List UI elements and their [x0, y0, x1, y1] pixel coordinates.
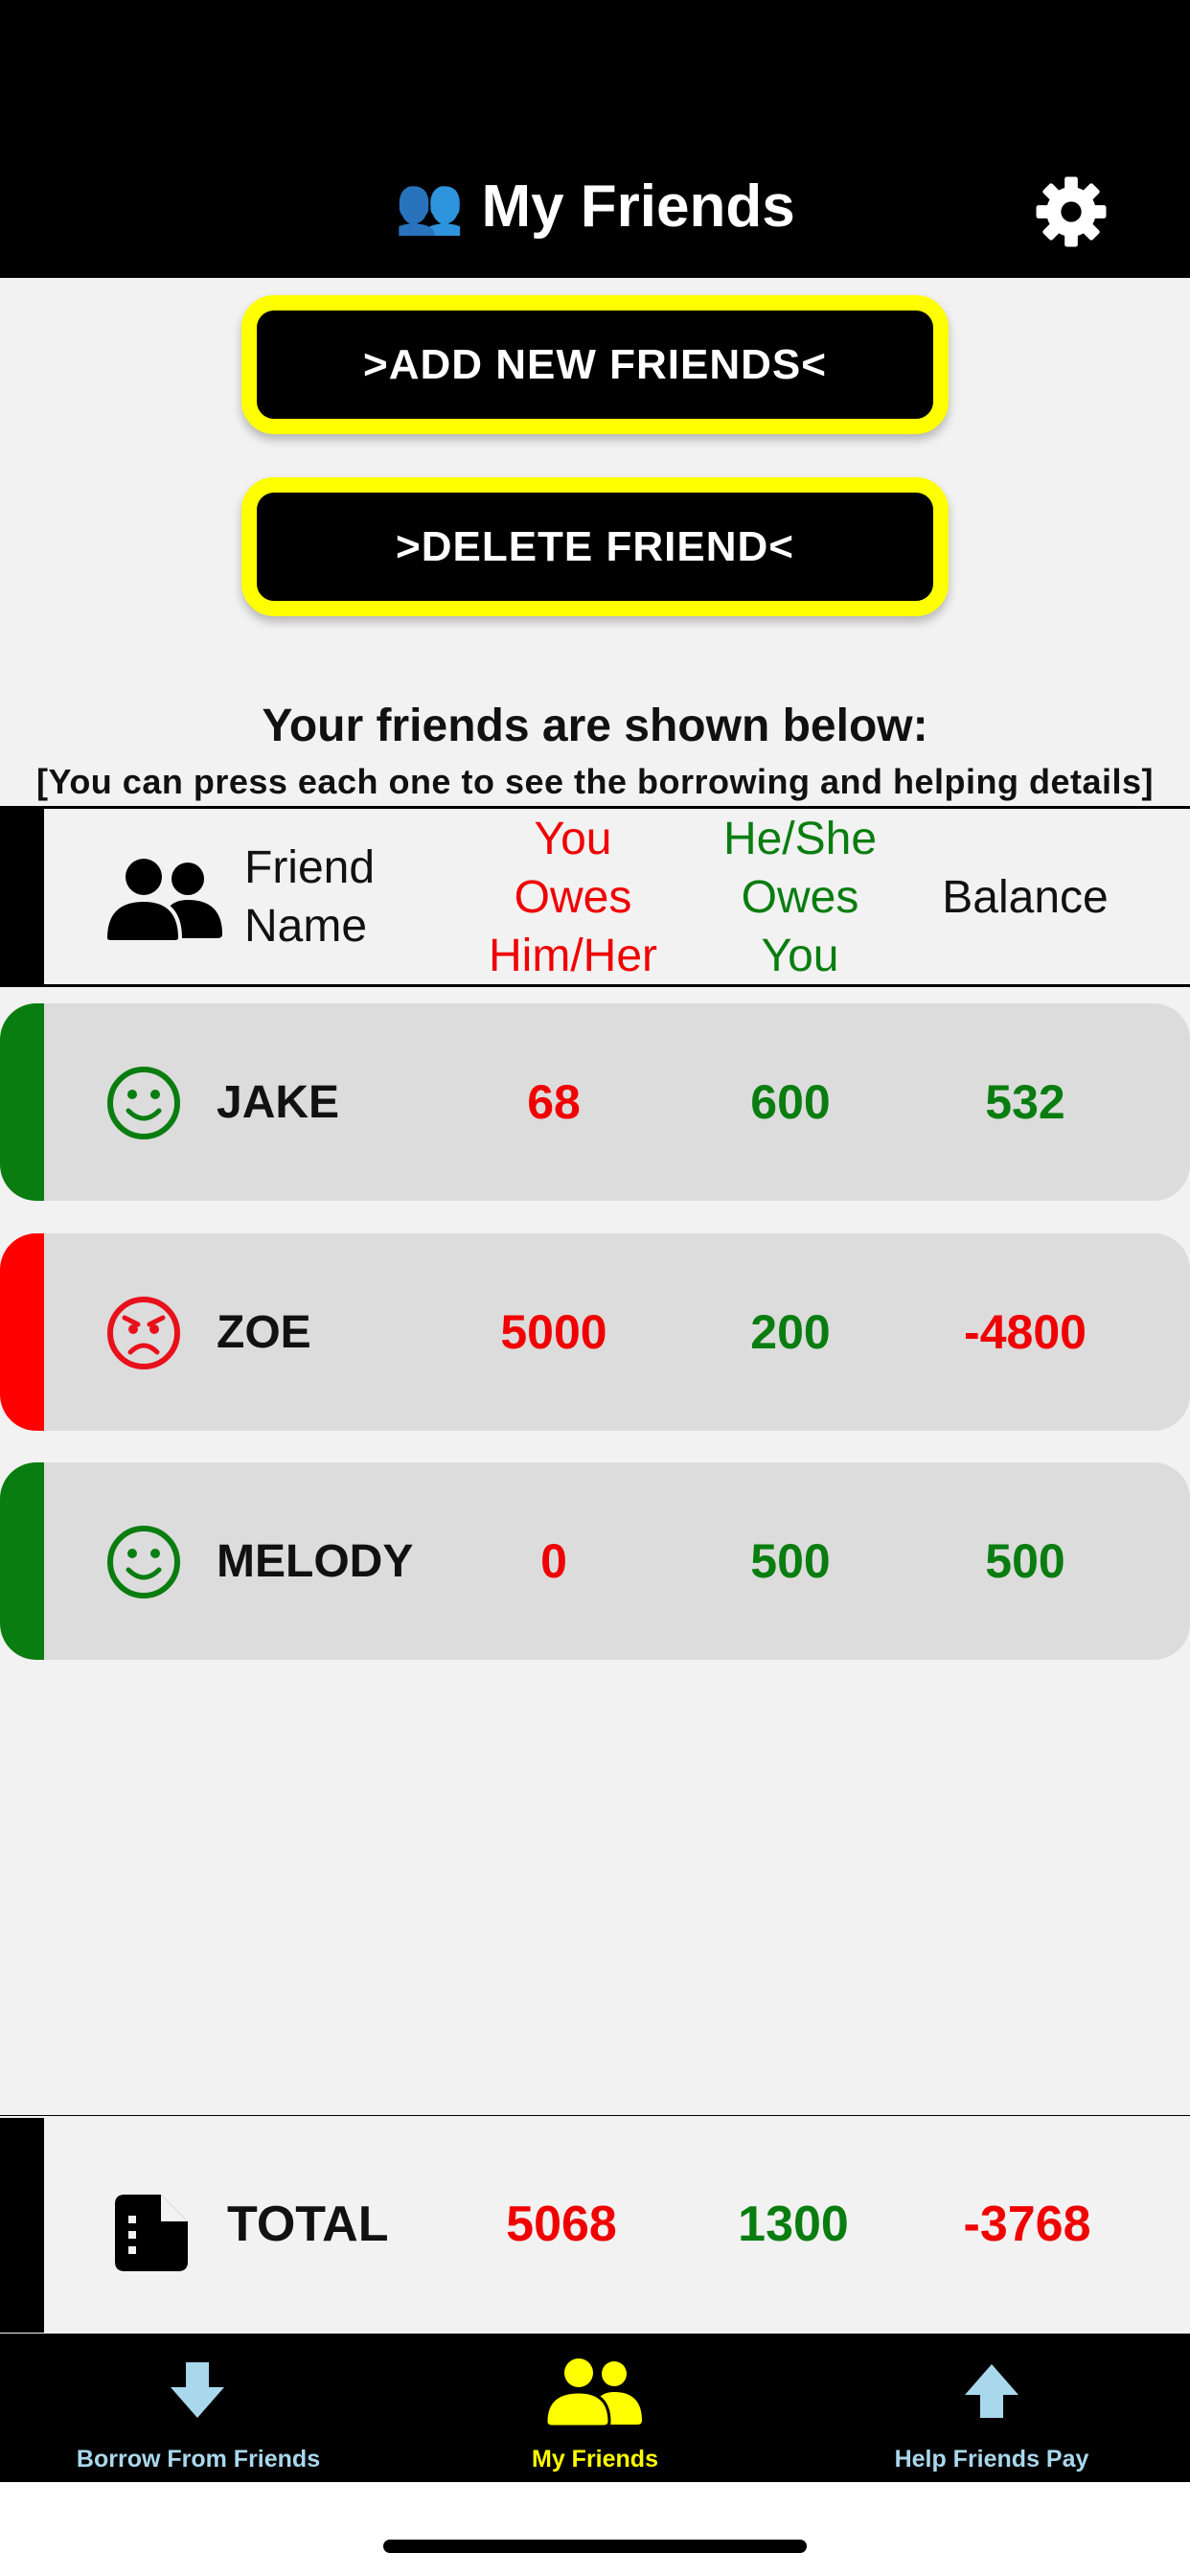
smile-face-icon: [107, 1526, 180, 1598]
header-top-divider: [0, 806, 1190, 809]
friend-name: MELODY: [217, 1535, 414, 1587]
home-indicator[interactable]: [383, 2540, 807, 2553]
friend-row-melody[interactable]: MELODY 0 500 500: [0, 1462, 1190, 1660]
top-bar: 👥 My Friends: [0, 0, 1190, 278]
status-stripe: [0, 1233, 44, 1431]
friends-hint: [You can press each one to see the borro…: [35, 762, 1155, 801]
tab-help-friends-pay[interactable]: Help Friends Pay: [793, 2334, 1190, 2482]
header-he-owes: He/She Owes You: [685, 810, 915, 985]
page-title-text: My Friends: [481, 172, 795, 240]
total-label: TOTAL: [227, 2196, 389, 2252]
tab-label: Borrow From Friends: [76, 2446, 321, 2472]
tab-label: My Friends: [532, 2446, 658, 2472]
header-friend-line2: Name: [244, 901, 368, 952]
status-stripe: [0, 1003, 44, 1201]
total-row: TOTAL 5068 1300 -3768: [0, 2116, 1190, 2333]
friend-row-zoe[interactable]: ZOE 5000 200 -4800: [0, 1233, 1190, 1431]
total-left-bar: [0, 2118, 44, 2333]
angry-face-icon: [107, 1297, 180, 1369]
you-owe-value: 5000: [500, 1305, 607, 1359]
friend-name: JAKE: [217, 1076, 340, 1128]
tab-my-friends[interactable]: My Friends: [397, 2334, 793, 2482]
balance-value: 500: [985, 1534, 1065, 1588]
friends-caption: Your friends are shown below:: [262, 701, 928, 751]
he-owes-value: 600: [750, 1075, 831, 1129]
add-new-friends-button[interactable]: >ADD NEW FRIENDS<: [241, 295, 949, 434]
total-he-owes: 1300: [738, 2196, 849, 2252]
you-owe-value: 0: [540, 1534, 567, 1588]
header-friend-line1: Friend: [244, 842, 376, 893]
balance-value: 532: [985, 1075, 1065, 1129]
balance-value: -4800: [964, 1305, 1087, 1359]
total-you-owe: 5068: [506, 2196, 617, 2252]
header-you-owe-line2: Owes: [514, 872, 632, 923]
tab-label: Help Friends Pay: [894, 2446, 1089, 2472]
people-icon: [105, 859, 222, 944]
page-title: 👥 My Friends: [0, 163, 1190, 249]
total-balance: -3768: [963, 2196, 1091, 2252]
header-left-bar: [0, 808, 44, 985]
header-you-owe: You Owes Him/Her: [458, 810, 688, 985]
he-owes-value: 500: [750, 1534, 831, 1588]
you-owe-value: 68: [527, 1075, 581, 1129]
header-friend-name: Friend Name: [244, 839, 375, 955]
header-you-owe-line3: Him/Her: [489, 931, 657, 981]
header-he-owes-line3: You: [761, 931, 839, 981]
friend-row-jake[interactable]: JAKE 68 600 532: [0, 1003, 1190, 1201]
header-he-owes-line1: He/She: [722, 814, 878, 864]
header-you-owe-line1: You: [534, 814, 612, 864]
people-icon: [546, 2358, 642, 2426]
document-icon: [115, 2195, 188, 2271]
bottom-tab-bar: Borrow From Friends My Friends Help Frie…: [0, 2334, 1190, 2482]
header-balance-label: Balance: [942, 872, 1109, 923]
gear-icon[interactable]: [1035, 175, 1108, 248]
people-emoji-icon: 👥: [395, 174, 465, 237]
arrow-up-icon: [965, 2364, 1018, 2418]
arrow-down-icon: [171, 2362, 224, 2418]
friend-name: ZOE: [217, 1306, 311, 1358]
delete-friend-button[interactable]: >DELETE FRIEND<: [241, 477, 949, 616]
tab-borrow-from-friends[interactable]: Borrow From Friends: [0, 2334, 397, 2482]
status-stripe: [0, 1462, 44, 1660]
smile-face-icon: [107, 1067, 180, 1139]
header-balance: Balance: [910, 868, 1140, 927]
home-indicator-area: [0, 2482, 1190, 2576]
header-he-owes-line2: Owes: [741, 872, 859, 923]
he-owes-value: 200: [750, 1305, 831, 1359]
